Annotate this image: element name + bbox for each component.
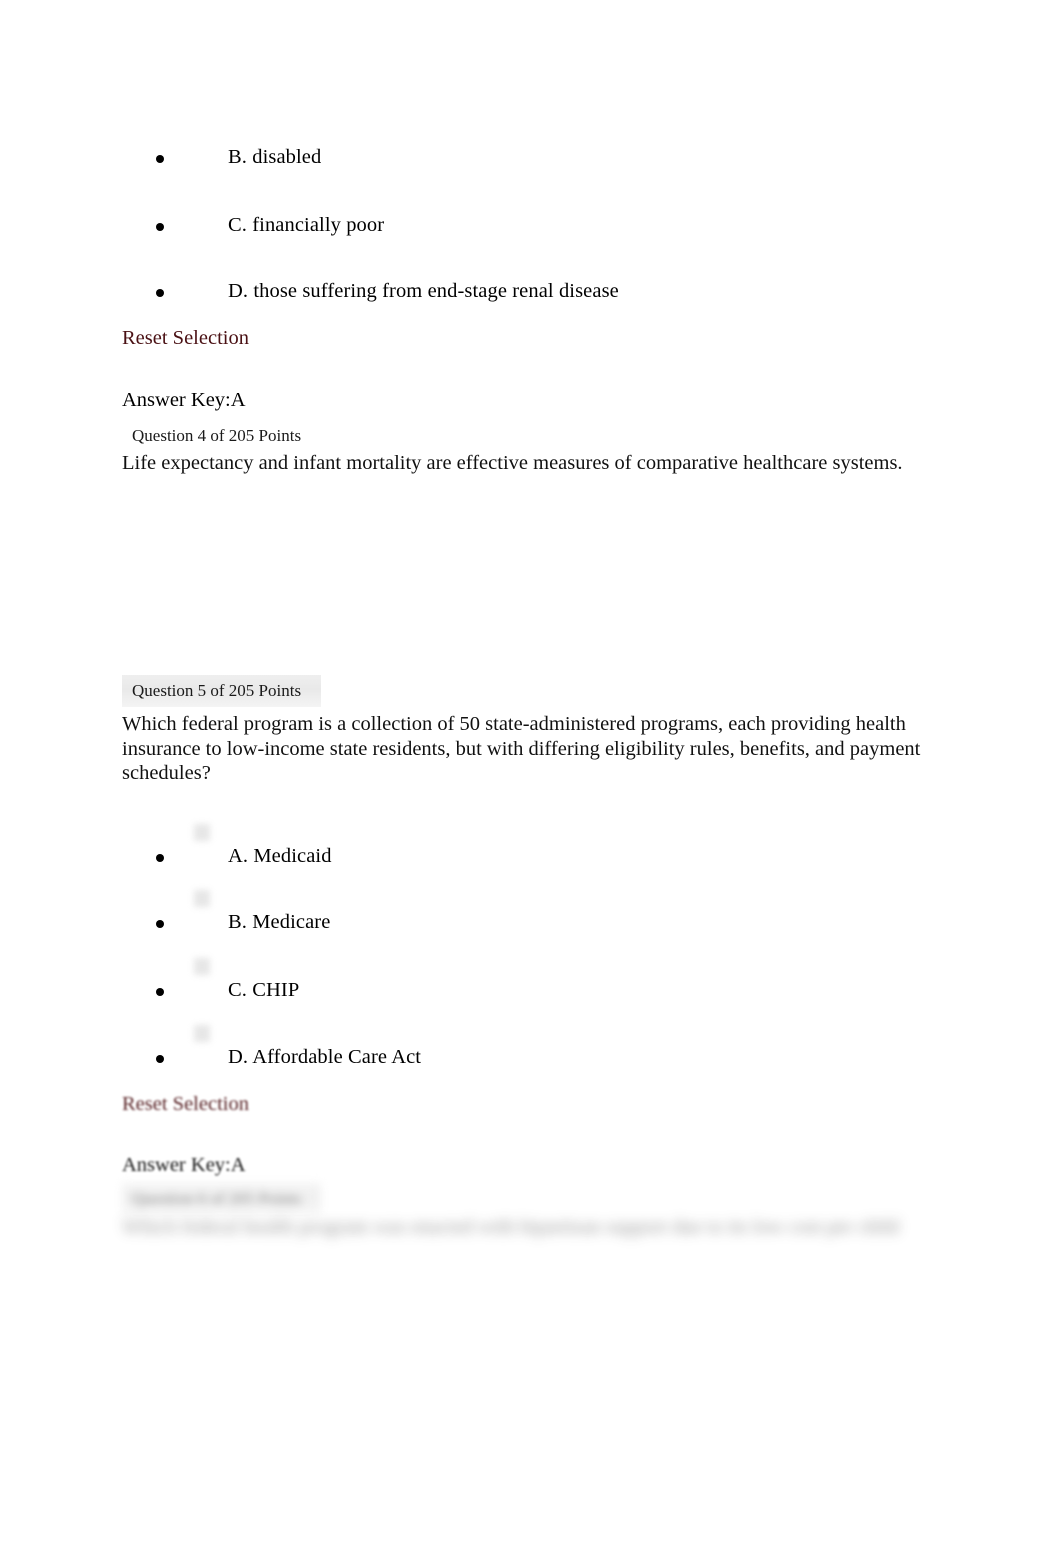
reset-selection-link-q3[interactable]: Reset Selection — [122, 325, 249, 351]
bullet-icon — [156, 1055, 164, 1063]
list-item[interactable]: D. Affordable Care Act — [122, 1025, 942, 1083]
question-6-prompt: Which federal health program was enacted… — [122, 1216, 900, 1238]
bullet-icon — [156, 223, 164, 231]
option-label-b: B. Medicare — [228, 911, 331, 933]
list-item[interactable]: A. Medicaid — [122, 824, 942, 882]
answer-key-q5: Answer Key:A — [122, 1154, 246, 1176]
reset-selection-link-q5[interactable]: Reset Selection — [122, 1091, 249, 1117]
bullet-icon — [156, 988, 164, 996]
list-item[interactable]: B. Medicare — [122, 890, 942, 948]
list-item[interactable]: C. financially poor — [122, 214, 942, 251]
bullet-icon — [156, 155, 164, 163]
option-label-d: D. Affordable Care Act — [228, 1046, 422, 1068]
option-label-d: D. those suffering from end-stage renal … — [228, 280, 619, 302]
radio-button-icon[interactable] — [194, 1025, 210, 1042]
question-4-prompt: Life expectancy and infant mortality are… — [122, 452, 903, 474]
option-label-b: B. disabled — [228, 146, 322, 168]
answer-key-q3: Answer Key:A — [122, 389, 246, 411]
radio-button-icon[interactable] — [194, 958, 210, 975]
radio-button-icon[interactable] — [194, 824, 210, 841]
list-item[interactable]: B. disabled — [122, 146, 942, 183]
radio-button-icon[interactable] — [194, 890, 210, 907]
question-4-header: Question 4 of 205 Points — [132, 426, 302, 445]
bullet-icon — [156, 920, 164, 928]
option-label-c: C. CHIP — [228, 979, 300, 1001]
bullet-icon — [156, 289, 164, 297]
option-label-c: C. financially poor — [228, 214, 385, 236]
option-label-a: A. Medicaid — [228, 845, 332, 867]
bullet-icon — [156, 854, 164, 862]
list-item[interactable]: D. those suffering from end-stage renal … — [122, 280, 942, 317]
document-page: B. disabled C. financially poor D. those… — [0, 0, 1062, 1556]
question-5-header: Question 5 of 205 Points — [122, 675, 322, 707]
question-5-prompt: Which federal program is a collection of… — [122, 713, 921, 784]
list-item[interactable]: C. CHIP — [122, 958, 942, 1016]
question-6-header: Question 6 of 205 Points — [122, 1183, 322, 1215]
